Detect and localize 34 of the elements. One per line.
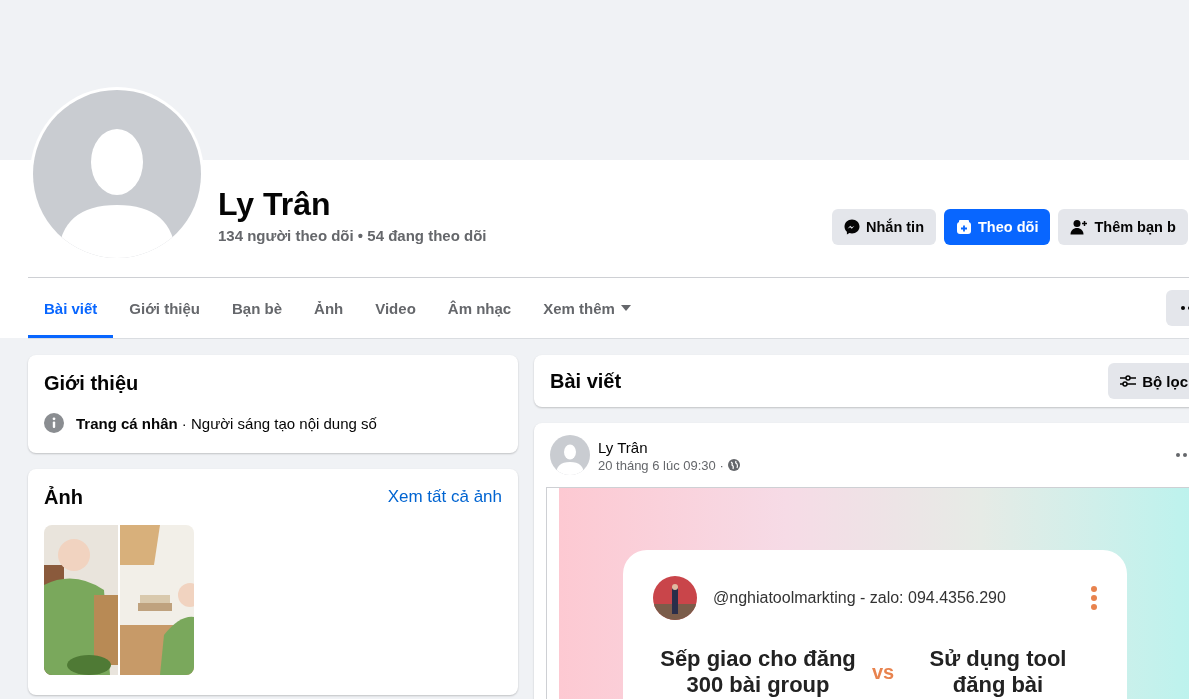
- globe-icon: [727, 459, 740, 471]
- comparison-text: Sử dụng tool đăng bài: [928, 646, 1068, 698]
- profile-tab[interactable]: Giới thiệu: [113, 278, 217, 338]
- profile-details: Trang cá nhân · Người sáng tạo nội dung số: [76, 414, 377, 432]
- post-author[interactable]: Ly Trân: [598, 437, 740, 458]
- profile-tab[interactable]: Ảnh: [298, 278, 360, 338]
- handle-text: @nghiatoolmarkting - zalo: 094.4356.290: [713, 589, 1006, 607]
- post-time[interactable]: 20 tháng 6 lúc 09:30 ·: [598, 457, 724, 473]
- messenger-icon: [844, 219, 860, 235]
- profile-tab[interactable]: Video: [359, 278, 432, 338]
- profile-tab[interactable]: Bạn bè: [216, 278, 299, 338]
- card-title: Giới thiệu: [44, 371, 140, 395]
- filter-icon: [1120, 374, 1137, 388]
- follower-stats: 134 người theo dõi • 54 đang theo dõi: [218, 226, 487, 246]
- post-menu-icon[interactable]: [1176, 453, 1189, 457]
- card-title: Ảnh: [44, 485, 83, 509]
- info-icon: [44, 413, 64, 433]
- add-friend-icon: [1070, 219, 1089, 235]
- filter-button[interactable]: Bộ lọc: [1108, 363, 1189, 399]
- kebab-icon: [1091, 586, 1097, 610]
- follow-icon: [956, 219, 972, 235]
- profile-tab[interactable]: Xem thêm: [527, 278, 647, 338]
- see-all-photos-link[interactable]: Xem tất cả ảnh: [387, 487, 502, 507]
- author-avatar[interactable]: [550, 435, 590, 475]
- profile-avatar[interactable]: [30, 87, 204, 261]
- message-button[interactable]: Nhắn tin: [832, 209, 936, 245]
- profile-tab[interactable]: Bài viết: [28, 278, 114, 338]
- vs-label: vs: [870, 660, 896, 684]
- card-title: Bài viết: [550, 369, 622, 393]
- profile-name: Ly Trân: [218, 185, 332, 224]
- add-friend-button[interactable]: Thêm bạn b: [1058, 209, 1188, 245]
- profile-tab[interactable]: Âm nhạc: [431, 278, 528, 338]
- follow-button[interactable]: Theo dõi: [944, 209, 1051, 245]
- comparison-text: Sếp giao cho đăng 300 bài group: [659, 646, 857, 698]
